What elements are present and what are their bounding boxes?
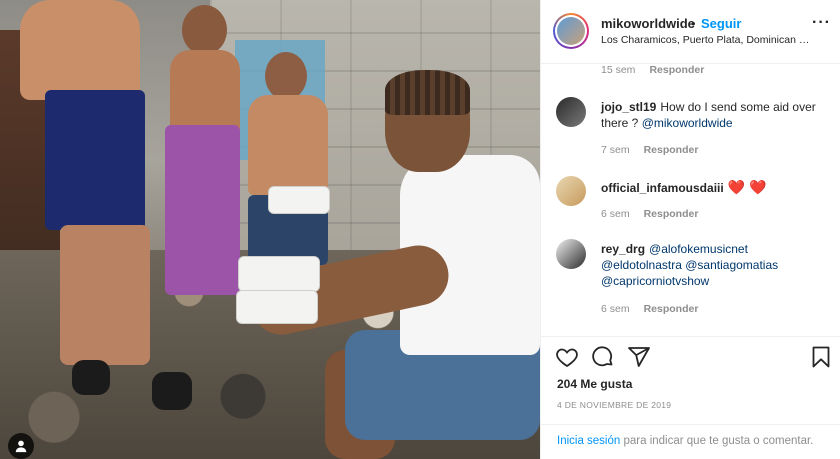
heart-icon: [556, 348, 578, 368]
comment-meta: 15 sem Responder: [601, 64, 704, 76]
avatar[interactable]: [556, 239, 586, 269]
photo-person-1-shorts: [45, 90, 145, 230]
more-options-icon[interactable]: ···: [812, 15, 832, 36]
post-header: mikoworldwide • Seguir Los Charamicos, P…: [541, 0, 840, 64]
save-button[interactable]: [809, 345, 835, 371]
post-date[interactable]: 4 DE NOVIEMBRE DE 2019: [557, 400, 671, 410]
comment-icon: [592, 346, 613, 367]
mention-link[interactable]: @capricorniotvshow: [601, 274, 709, 288]
photo-person-2-towel: [165, 125, 240, 295]
login-prompt-text: para indicar que te gusta o comentar.: [623, 435, 814, 447]
photo-food-container: [236, 290, 318, 324]
likes-count[interactable]: 204 Me gusta: [557, 377, 632, 391]
comment-meta: 6 sem Responder: [601, 208, 698, 220]
comment-meta: 7 sem Responder: [601, 144, 698, 156]
like-button[interactable]: [555, 345, 581, 371]
separator-dot: •: [691, 16, 696, 31]
comment-username[interactable]: official_infamousdaiii: [601, 181, 724, 195]
list-item: rey_drg @alofokemusicnet @eldotolnastra @s…: [556, 239, 826, 299]
reply-button[interactable]: Responder: [649, 64, 704, 76]
post-location[interactable]: Los Charamicos, Puerto Plata, Dominican …: [601, 34, 816, 46]
photo-person-4-braids: [385, 70, 470, 115]
reply-button[interactable]: Responder: [644, 208, 699, 220]
mention-link[interactable]: @eldotolnastra: [601, 258, 682, 272]
post-photo[interactable]: [0, 0, 540, 459]
comment-time: 6 sem: [601, 303, 630, 315]
share-button[interactable]: [627, 345, 653, 371]
post-side-panel: mikoworldwide • Seguir Los Charamicos, P…: [540, 0, 840, 459]
reply-button[interactable]: Responder: [644, 303, 699, 315]
photo-sandal: [72, 360, 110, 395]
avatar[interactable]: [556, 97, 586, 127]
reply-button[interactable]: Responder: [644, 144, 699, 156]
user-icon: [15, 440, 27, 453]
photo-food-container: [238, 256, 320, 292]
bookmark-icon: [812, 346, 830, 368]
mention-link[interactable]: @mikoworldwide: [642, 116, 733, 130]
login-link[interactable]: Inicia sesión: [557, 435, 620, 447]
comment-text: official_infamousdaiii ❤️ ❤️: [601, 179, 821, 196]
avatar[interactable]: [556, 176, 586, 206]
photo-person-1-legs: [60, 225, 150, 365]
comment-button[interactable]: [591, 345, 617, 371]
mention-link[interactable]: @santiagomatias: [685, 258, 778, 272]
comment-time: 7 sem: [601, 144, 630, 156]
mention-link[interactable]: @alofokemusicnet: [649, 242, 748, 256]
follow-button[interactable]: Seguir: [701, 16, 741, 31]
comment-text: rey_drg @alofokemusicnet @eldotolnastra @s…: [601, 241, 821, 289]
avatar[interactable]: [553, 13, 589, 49]
post-actions: 204 Me gusta 4 DE NOVIEMBRE DE 2019 Inic…: [541, 336, 840, 459]
comments-list[interactable]: 15 sem Responder jojo_stl19 How do I send …: [541, 64, 840, 336]
comment-text: jojo_stl19 How do I send some aid over th…: [601, 99, 821, 131]
comment-username[interactable]: jojo_stl19: [601, 100, 656, 114]
photo-person-1-torso: [20, 0, 140, 100]
photo-sandal: [152, 372, 192, 410]
photo-person-2-head: [182, 5, 227, 55]
share-icon: [628, 347, 650, 367]
comment-meta: 6 sem Responder: [601, 303, 698, 315]
photo-person-3-head: [265, 52, 307, 100]
tagged-users-button[interactable]: [8, 433, 34, 459]
comment-time: 6 sem: [601, 208, 630, 220]
photo-person-3-torso: [248, 95, 328, 195]
photo-food-container: [268, 186, 330, 214]
comment-username[interactable]: rey_drg: [601, 242, 645, 256]
heart-emoji: ❤️ ❤️: [727, 179, 767, 195]
comment-time: 15 sem: [601, 64, 636, 76]
login-prompt: Inicia sesión para indicar que te gusta …: [541, 424, 840, 450]
post-username[interactable]: mikoworldwide: [601, 16, 695, 31]
